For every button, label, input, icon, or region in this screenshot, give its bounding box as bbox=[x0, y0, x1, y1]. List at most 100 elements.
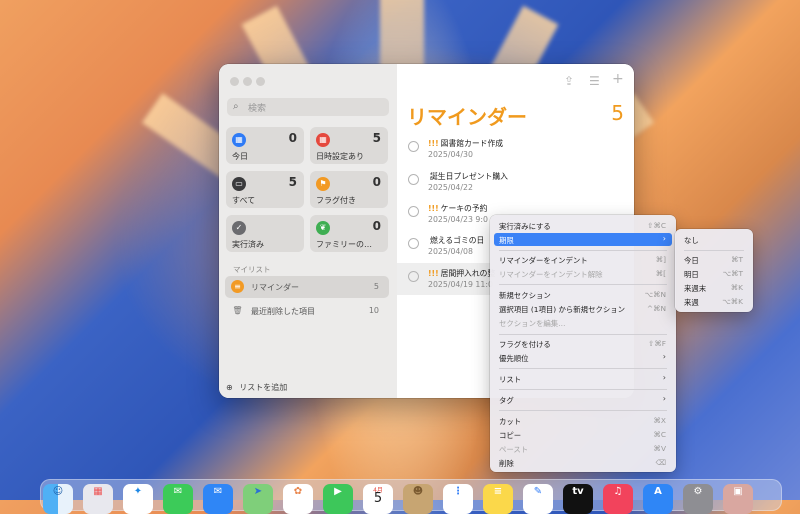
menu-item-tags[interactable]: タグ › bbox=[494, 393, 672, 406]
smart-list-label: ファミリーの… bbox=[316, 240, 372, 249]
context-menu: 実行済みにする ⇧⌘C 期限 › リマインダーをインデント ⌘] リマインダーを… bbox=[490, 215, 676, 472]
submenu-item-this-weekend[interactable]: 来週末 ⌘K bbox=[679, 281, 749, 294]
menu-item-new-section[interactable]: 新規セクション ⌥⌘N bbox=[494, 288, 672, 301]
mail-icon[interactable]: ✉ bbox=[203, 484, 233, 514]
menu-item-shortcut: ⌫ bbox=[655, 458, 666, 467]
smart-list-label: 実行済み bbox=[232, 240, 264, 249]
priority-marker: !!! bbox=[428, 269, 439, 278]
contacts-icon[interactable]: ☻ bbox=[403, 484, 433, 514]
menu-item-list[interactable]: リスト › bbox=[494, 372, 672, 385]
smart-list-count: 0 bbox=[288, 131, 297, 145]
complete-checkbox[interactable] bbox=[408, 271, 419, 282]
task-row[interactable]: 誕生日プレゼント購入 2025/04/22 bbox=[397, 166, 634, 198]
menu-item-shortcut: ⌘V bbox=[653, 444, 666, 453]
submenu-item-next-week[interactable]: 来週 ⌥⌘K bbox=[679, 295, 749, 308]
complete-checkbox[interactable] bbox=[408, 206, 419, 217]
menu-item-label: タグ bbox=[499, 396, 514, 405]
menu-separator bbox=[499, 250, 667, 251]
complete-checkbox[interactable] bbox=[408, 238, 419, 249]
system-settings-icon[interactable]: ⚙ bbox=[683, 484, 713, 514]
smart-list-scheduled[interactable]: ▦ 5 日時設定あり bbox=[310, 127, 388, 164]
menu-item-delete[interactable]: 削除 ⌫ bbox=[494, 456, 672, 469]
close-window-button[interactable] bbox=[230, 77, 239, 86]
menu-separator bbox=[499, 410, 667, 411]
sidebar: ⌕ 検索 ▦ 0 今日 ▦ 5 日時設定あり ▭ 5 すべて ⚑ 0 フラグ付き… bbox=[219, 64, 398, 398]
menu-item-label: 新規セクション bbox=[499, 291, 551, 300]
task-name: 誕生日プレゼント購入 bbox=[430, 172, 508, 181]
calendar-today-icon: ▦ bbox=[232, 133, 246, 147]
search-input[interactable]: ⌕ 検索 bbox=[227, 98, 389, 116]
finder-icon[interactable]: ☺ bbox=[43, 484, 73, 514]
messages-icon[interactable]: ✉ bbox=[163, 484, 193, 514]
menu-item-priority[interactable]: 優先順位 › bbox=[494, 351, 672, 364]
submenu-item-tomorrow[interactable]: 明日 ⌥⌘T bbox=[679, 267, 749, 280]
task-title: 誕生日プレゼント購入 bbox=[428, 171, 508, 182]
add-reminder-icon[interactable]: + bbox=[612, 71, 624, 87]
task-name: 居間押入れの整 bbox=[440, 269, 496, 278]
menu-item-edit-section: セクションを編集… bbox=[494, 316, 672, 329]
zoom-window-button[interactable] bbox=[256, 77, 265, 86]
submenu-item-today[interactable]: 今日 ⌘T bbox=[679, 253, 749, 266]
view-options-icon[interactable]: ☰ bbox=[589, 74, 600, 88]
menu-item-indent[interactable]: リマインダーをインデント ⌘] bbox=[494, 253, 672, 266]
task-title: !!! 図書館カード作成 bbox=[428, 138, 503, 149]
list-bullet-icon: ≡ bbox=[231, 280, 244, 293]
list-item-recently-deleted[interactable]: 🗑 最近削除した項目 10 bbox=[225, 300, 389, 322]
calendar-day: 5 bbox=[373, 491, 383, 506]
task-title: !!! ケーキの予約 bbox=[428, 203, 487, 214]
smart-list-count: 0 bbox=[372, 175, 381, 189]
list-count: 10 bbox=[368, 306, 379, 315]
share-icon[interactable]: ⇪ bbox=[564, 74, 574, 88]
complete-checkbox[interactable] bbox=[408, 174, 419, 185]
menu-item-label: ペースト bbox=[499, 445, 529, 454]
smart-list-family[interactable]: ❦ 0 ファミリーの… bbox=[310, 215, 388, 252]
tv-icon[interactable]: tv bbox=[563, 484, 593, 514]
menu-item-shortcut: ⌘] bbox=[655, 255, 666, 264]
chevron-right-icon: › bbox=[662, 352, 666, 361]
reminders-icon[interactable]: ⋮ bbox=[443, 484, 473, 514]
freeform-icon[interactable]: ✎ bbox=[523, 484, 553, 514]
menu-item-flag[interactable]: フラグを付ける ⇧⌘F bbox=[494, 337, 672, 350]
menu-item-shortcut: ⌘C bbox=[653, 430, 666, 439]
task-date: 2025/04/08 bbox=[428, 247, 473, 256]
menu-item-shortcut: ⌘K bbox=[730, 283, 743, 292]
calendar-icon[interactable]: 4月 5 bbox=[363, 484, 393, 514]
complete-checkbox[interactable] bbox=[408, 141, 419, 152]
minimize-window-button[interactable] bbox=[243, 77, 252, 86]
task-date: 2025/04/19 11:0 bbox=[428, 280, 493, 289]
maps-icon[interactable]: ➤ bbox=[243, 484, 273, 514]
list-item-reminders[interactable]: ≡ リマインダー 5 bbox=[225, 276, 389, 298]
menu-item-label: 明日 bbox=[684, 270, 699, 279]
menu-item-mark-completed[interactable]: 実行済みにする ⇧⌘C bbox=[494, 219, 672, 232]
menu-item-label: リマインダーをインデント解除 bbox=[499, 270, 603, 279]
my-lists-heading: マイリスト bbox=[233, 265, 271, 274]
music-icon[interactable]: ♫ bbox=[603, 484, 633, 514]
menu-item-due-date[interactable]: 期限 › bbox=[494, 233, 672, 246]
safari-icon[interactable]: ✦ bbox=[123, 484, 153, 514]
add-list-button[interactable]: ⊕ リストを追加 bbox=[226, 382, 287, 393]
facetime-icon[interactable]: ▶ bbox=[323, 484, 353, 514]
preview-icon[interactable]: ▣ bbox=[723, 484, 753, 514]
app-store-icon[interactable]: A bbox=[643, 484, 673, 514]
smart-list-all[interactable]: ▭ 5 すべて bbox=[226, 171, 304, 208]
launchpad-icon[interactable]: ▦ bbox=[83, 484, 113, 514]
smart-list-completed[interactable]: ✓ 実行済み bbox=[226, 215, 304, 252]
photos-icon[interactable]: ✿ bbox=[283, 484, 313, 514]
task-name: 図書館カード作成 bbox=[440, 139, 504, 148]
smart-list-today[interactable]: ▦ 0 今日 bbox=[226, 127, 304, 164]
menu-item-copy[interactable]: コピー ⌘C bbox=[494, 428, 672, 441]
smart-list-count: 5 bbox=[372, 131, 381, 145]
menu-item-cut[interactable]: カット ⌘X bbox=[494, 414, 672, 427]
list-name: リマインダー bbox=[251, 283, 299, 292]
notes-icon[interactable]: ≡ bbox=[483, 484, 513, 514]
menu-item-label: なし bbox=[684, 236, 699, 245]
submenu-item-none[interactable]: なし bbox=[679, 233, 749, 246]
menu-item-new-section-from-selection[interactable]: 選択項目 (1項目) から新規セクション ^⌘N bbox=[494, 302, 672, 315]
menu-item-label: 期限 bbox=[499, 236, 514, 245]
menu-separator bbox=[499, 368, 667, 369]
task-row[interactable]: !!! 図書館カード作成 2025/04/30 bbox=[397, 133, 634, 165]
smart-list-flagged[interactable]: ⚑ 0 フラグ付き bbox=[310, 171, 388, 208]
list-total: 5 bbox=[611, 101, 624, 125]
chevron-right-icon: › bbox=[662, 394, 666, 403]
priority-marker: !!! bbox=[428, 204, 439, 213]
